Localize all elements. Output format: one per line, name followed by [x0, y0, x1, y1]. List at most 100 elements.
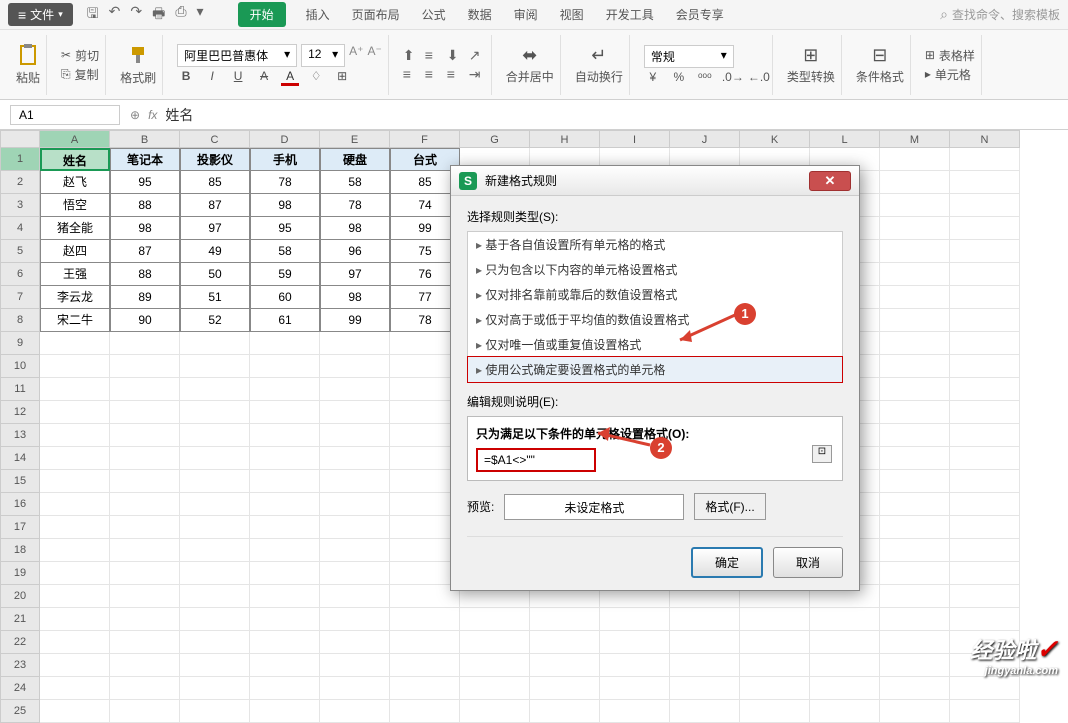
cell[interactable] — [880, 447, 950, 470]
cell[interactable]: 78 — [320, 194, 390, 217]
cell[interactable]: 59 — [250, 263, 320, 286]
cell[interactable] — [320, 447, 390, 470]
cell[interactable] — [390, 677, 460, 700]
cell[interactable]: 96 — [320, 240, 390, 263]
fill-color-button[interactable]: ♢ — [307, 69, 325, 86]
cell[interactable]: 52 — [180, 309, 250, 332]
cell[interactable] — [40, 700, 110, 723]
cell[interactable] — [600, 631, 670, 654]
cell[interactable] — [320, 332, 390, 355]
cell[interactable] — [810, 700, 880, 723]
cell[interactable] — [950, 700, 1020, 723]
cell[interactable] — [250, 424, 320, 447]
cell[interactable]: 手机 — [250, 148, 320, 171]
cell[interactable] — [880, 240, 950, 263]
number-format-select[interactable]: 常规▾ — [644, 45, 734, 68]
cell[interactable] — [180, 447, 250, 470]
cell[interactable] — [250, 516, 320, 539]
formula-input[interactable] — [476, 448, 596, 472]
cell[interactable] — [880, 700, 950, 723]
cell[interactable] — [320, 677, 390, 700]
cell[interactable] — [110, 355, 180, 378]
cell[interactable] — [110, 332, 180, 355]
cell[interactable] — [880, 401, 950, 424]
cell[interactable] — [670, 654, 740, 677]
cell[interactable]: 98 — [320, 217, 390, 240]
cell[interactable] — [880, 631, 950, 654]
row-header[interactable]: 1 — [0, 148, 40, 171]
cell[interactable] — [110, 424, 180, 447]
cell[interactable] — [320, 562, 390, 585]
cell[interactable] — [320, 539, 390, 562]
cell[interactable] — [810, 631, 880, 654]
cell[interactable] — [250, 631, 320, 654]
cell[interactable] — [250, 562, 320, 585]
row-header[interactable]: 24 — [0, 677, 40, 700]
cell[interactable]: 49 — [180, 240, 250, 263]
cell[interactable] — [670, 677, 740, 700]
align-bot-icon[interactable]: ⬇ — [447, 47, 463, 64]
row-header[interactable]: 6 — [0, 263, 40, 286]
cell[interactable]: 97 — [320, 263, 390, 286]
column-header[interactable]: N — [950, 130, 1020, 148]
column-header[interactable]: I — [600, 130, 670, 148]
cell[interactable]: 95 — [110, 171, 180, 194]
cell[interactable] — [950, 263, 1020, 286]
cell[interactable] — [250, 539, 320, 562]
more-icon[interactable]: ▾ — [197, 3, 204, 27]
row-header[interactable]: 2 — [0, 171, 40, 194]
percent-icon[interactable]: % — [670, 70, 688, 84]
cell[interactable] — [810, 654, 880, 677]
cell[interactable] — [250, 355, 320, 378]
cell[interactable] — [250, 585, 320, 608]
cell[interactable] — [950, 355, 1020, 378]
search-input[interactable]: 查找命令、搜索模板 — [940, 6, 1060, 23]
cell[interactable] — [670, 700, 740, 723]
cell[interactable] — [880, 194, 950, 217]
cell[interactable] — [950, 562, 1020, 585]
cell[interactable] — [110, 493, 180, 516]
row-header[interactable]: 15 — [0, 470, 40, 493]
cell[interactable] — [40, 631, 110, 654]
column-header[interactable]: G — [460, 130, 530, 148]
cell[interactable] — [880, 424, 950, 447]
cell[interactable] — [110, 608, 180, 631]
decrease-font-icon[interactable]: A⁻ — [367, 44, 381, 67]
cell[interactable] — [40, 585, 110, 608]
cell[interactable] — [40, 424, 110, 447]
column-header[interactable]: B — [110, 130, 180, 148]
cell[interactable] — [40, 332, 110, 355]
column-header[interactable]: E — [320, 130, 390, 148]
row-header[interactable]: 18 — [0, 539, 40, 562]
cell[interactable]: 98 — [110, 217, 180, 240]
cell[interactable] — [320, 585, 390, 608]
row-header[interactable]: 4 — [0, 217, 40, 240]
cell[interactable] — [320, 470, 390, 493]
cell[interactable]: 98 — [250, 194, 320, 217]
cell[interactable] — [950, 516, 1020, 539]
print-icon[interactable]: 🖶 — [152, 3, 165, 27]
file-menu[interactable]: 文件 — [8, 3, 73, 26]
cell[interactable]: 笔记本 — [110, 148, 180, 171]
cell[interactable] — [880, 470, 950, 493]
row-header[interactable]: 21 — [0, 608, 40, 631]
cell[interactable] — [740, 677, 810, 700]
cell[interactable] — [40, 516, 110, 539]
row-header[interactable]: 25 — [0, 700, 40, 723]
row-header[interactable]: 11 — [0, 378, 40, 401]
row-header[interactable]: 14 — [0, 447, 40, 470]
cell[interactable]: 98 — [320, 286, 390, 309]
cell[interactable] — [950, 217, 1020, 240]
cell[interactable] — [320, 608, 390, 631]
cell[interactable] — [740, 631, 810, 654]
border-button[interactable]: ⊞ — [333, 69, 351, 86]
cell[interactable]: 85 — [180, 171, 250, 194]
cell[interactable] — [880, 677, 950, 700]
cell[interactable] — [250, 447, 320, 470]
cell[interactable] — [40, 677, 110, 700]
undo-icon[interactable]: ↶ — [109, 3, 121, 27]
cell[interactable]: 姓名 — [40, 148, 110, 171]
cell[interactable] — [250, 401, 320, 424]
cell[interactable] — [180, 539, 250, 562]
cell[interactable] — [40, 470, 110, 493]
